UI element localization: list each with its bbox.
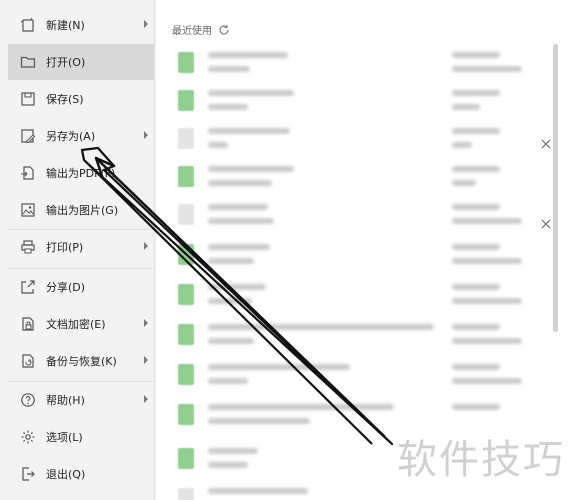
watermark: 软件技巧 <box>394 412 568 500</box>
file-menu-window: 新建(N) 打开(O) 保存(S) 另存为(A) 输出为PDF(F) 输出为图片… <box>0 0 568 500</box>
